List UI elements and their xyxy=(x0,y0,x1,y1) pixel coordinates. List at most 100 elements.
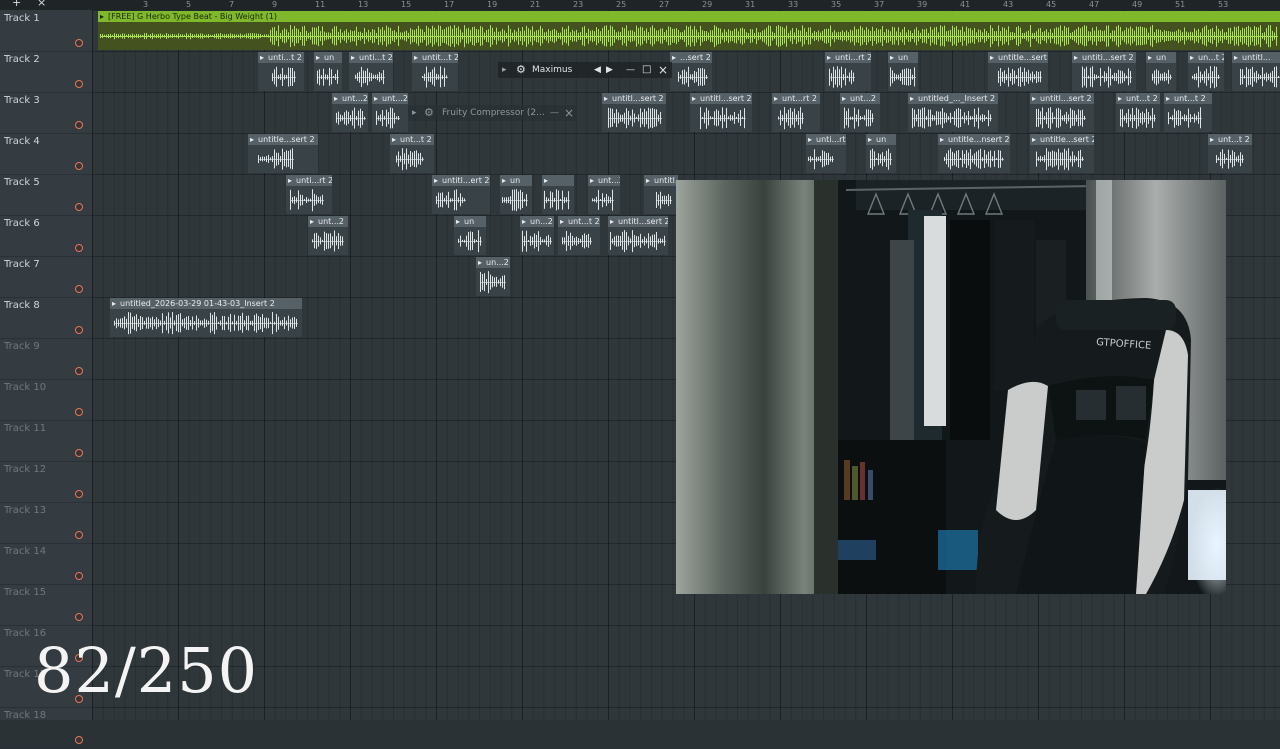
audio-clip[interactable]: unt...2 xyxy=(332,93,368,132)
track-name[interactable]: Track 7 xyxy=(4,259,40,270)
mute-button[interactable] xyxy=(75,162,83,170)
audio-clip[interactable]: un xyxy=(888,52,918,91)
audio-clip[interactable]: unt...t 2 xyxy=(1164,93,1212,132)
audio-clip[interactable]: ...sert 2 xyxy=(670,52,712,91)
track-header[interactable]: Track 13 xyxy=(0,502,92,544)
track-name[interactable]: Track 1 xyxy=(4,13,40,24)
mute-button[interactable] xyxy=(75,80,83,88)
audio-clip[interactable]: untitl...sert 2 xyxy=(602,93,666,132)
audio-clip[interactable] xyxy=(542,175,574,214)
track-header[interactable]: Track 9 xyxy=(0,338,92,380)
mute-button[interactable] xyxy=(75,244,83,252)
audio-clip[interactable]: unt...2 xyxy=(372,93,408,132)
audio-clip[interactable]: unt...2 xyxy=(308,216,348,255)
mute-button[interactable] xyxy=(75,490,83,498)
audio-clip[interactable]: untitl...sert 2 xyxy=(608,216,668,255)
mute-button[interactable] xyxy=(75,121,83,129)
track-name[interactable]: Track 18 xyxy=(4,710,46,721)
mute-button[interactable] xyxy=(75,736,83,744)
audio-clip[interactable]: unt...t 2 xyxy=(390,134,434,173)
audio-clip[interactable]: untitled_2026-03-29 01-43-03_Insert 2 xyxy=(110,298,302,337)
track-header[interactable]: Track 11 xyxy=(0,420,92,462)
track-name[interactable]: Track 15 xyxy=(4,587,46,598)
audio-clip[interactable]: un xyxy=(1146,52,1176,91)
audio-clip[interactable]: un...t 2 xyxy=(1188,52,1224,91)
audio-clip[interactable]: untitl... xyxy=(644,175,678,214)
mute-button[interactable] xyxy=(75,408,83,416)
audio-clip[interactable]: untit...t 2 xyxy=(412,52,458,91)
track-name[interactable]: Track 9 xyxy=(4,341,40,352)
track-name[interactable]: Track 3 xyxy=(4,95,40,106)
audio-clip[interactable]: unti...t 2 xyxy=(349,52,393,91)
maximus-plugin-window[interactable]: ▸ ⚙ Maximus ◀ ▶ — □ × xyxy=(498,62,672,78)
audio-clip[interactable]: unti...t 2 xyxy=(258,52,304,91)
gear-icon[interactable]: ⚙ xyxy=(516,62,526,78)
audio-clip[interactable]: untiti...sert 2 xyxy=(1072,52,1136,91)
add-icon[interactable]: + xyxy=(12,0,21,9)
audio-clip[interactable]: unt...rt 2 xyxy=(772,93,820,132)
track-header[interactable]: Track 7 xyxy=(0,256,92,298)
timeline-ruler[interactable]: + × 3 5 7 9 11 13 15 17 19 21 23 25 27 29 31 33 35 37 39 41… xyxy=(0,0,1280,10)
audio-clip[interactable]: unt...2 xyxy=(840,93,880,132)
audio-clip[interactable]: unt...t 2 xyxy=(1116,93,1160,132)
arrow-right-icon[interactable]: ▶ xyxy=(606,62,613,78)
close-icon[interactable]: × xyxy=(564,105,574,121)
audio-clip[interactable]: un xyxy=(866,134,896,173)
audio-clip[interactable]: un xyxy=(454,216,486,255)
track-name[interactable]: Track 10 xyxy=(4,382,46,393)
track-header[interactable]: Track 1 xyxy=(0,10,92,52)
audio-clip[interactable]: unti...rt 2 xyxy=(806,134,846,173)
minimize-icon[interactable]: — xyxy=(550,105,559,121)
audio-clip[interactable]: un xyxy=(314,52,342,91)
track-name[interactable]: Track 5 xyxy=(4,177,40,188)
track-header[interactable]: Track 15 xyxy=(0,584,92,626)
audio-clip[interactable]: un xyxy=(500,175,532,214)
gear-icon[interactable]: ⚙ xyxy=(424,105,434,121)
audio-clip[interactable]: unti...rt 2 xyxy=(286,175,332,214)
track-header[interactable]: Track 2 xyxy=(0,51,92,93)
audio-clip[interactable]: unt...t 2 xyxy=(558,216,600,255)
audio-clip[interactable]: untitled_..._Insert 2 xyxy=(908,93,998,132)
minimize-icon[interactable]: — xyxy=(626,62,635,78)
track-header[interactable]: Track 18 xyxy=(0,707,92,749)
mute-button[interactable] xyxy=(75,613,83,621)
track-name[interactable]: Track 14 xyxy=(4,546,46,557)
audio-clip[interactable]: untitle...sert 2 xyxy=(988,52,1048,91)
close-icon[interactable]: × xyxy=(37,0,46,9)
mute-button[interactable] xyxy=(75,449,83,457)
audio-clip[interactable]: untitl...ert 2 xyxy=(432,175,490,214)
mute-button[interactable] xyxy=(75,572,83,580)
audio-clip[interactable]: untitle...sert 2 xyxy=(248,134,318,173)
track-header[interactable]: Track 14 xyxy=(0,543,92,585)
track-name[interactable]: Track 12 xyxy=(4,464,46,475)
audio-clip[interactable]: unti...rt 2 xyxy=(825,52,871,91)
mute-button[interactable] xyxy=(75,285,83,293)
track-header[interactable]: Track 4 xyxy=(0,133,92,175)
fruity-compressor-window[interactable]: ▸ ⚙ Fruity Compressor (2... — × xyxy=(408,105,576,121)
arrow-right-icon[interactable]: ▸ xyxy=(412,105,417,121)
track-header[interactable]: Track 8 xyxy=(0,297,92,339)
mute-button[interactable] xyxy=(75,367,83,375)
track-name[interactable]: Track 2 xyxy=(4,54,40,65)
audio-clip[interactable]: untitl...sert 2 xyxy=(1030,93,1094,132)
mute-button[interactable] xyxy=(75,203,83,211)
audio-clip[interactable]: untitle...sert 2 xyxy=(1030,134,1094,173)
track-name[interactable]: Track 6 xyxy=(4,218,40,229)
audio-clip[interactable]: unt...t 2 xyxy=(1208,134,1252,173)
track-name[interactable]: Track 11 xyxy=(4,423,46,434)
track-header[interactable]: Track 10 xyxy=(0,379,92,421)
arrow-right-icon[interactable]: ▸ xyxy=(502,62,507,78)
track-name[interactable]: Track 4 xyxy=(4,136,40,147)
audio-clip-master[interactable]: [FREE] G Herbo Type Beat - Big Weight (1… xyxy=(98,11,1280,50)
track-header[interactable]: Track 5 xyxy=(0,174,92,216)
audio-clip[interactable]: un...2 xyxy=(476,257,510,296)
arrow-left-icon[interactable]: ◀ xyxy=(594,62,601,78)
audio-clip[interactable]: untitl... xyxy=(1232,52,1280,91)
track-name[interactable]: Track 8 xyxy=(4,300,40,311)
maximize-icon[interactable]: □ xyxy=(642,62,651,78)
audio-clip[interactable]: untitle...nsert 2 xyxy=(938,134,1010,173)
close-icon[interactable]: × xyxy=(658,62,668,78)
track-header[interactable]: Track 6 xyxy=(0,215,92,257)
track-header[interactable]: Track 12 xyxy=(0,461,92,503)
mute-button[interactable] xyxy=(75,326,83,334)
